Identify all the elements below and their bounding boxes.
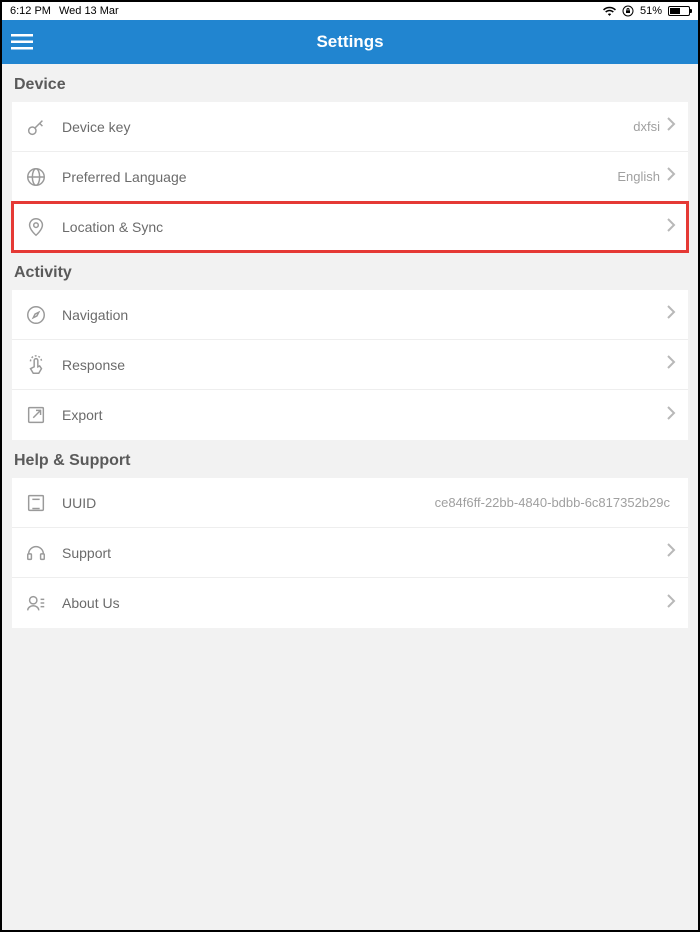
export-icon (24, 403, 48, 427)
section-header-help: Help & Support (2, 440, 698, 478)
row-label: UUID (62, 495, 435, 511)
row-label: Navigation (62, 307, 666, 323)
row-uuid[interactable]: UUID ce84f6ff-22bb-4840-bdbb-6c817352b29… (12, 478, 688, 528)
battery-percent: 51% (640, 5, 662, 17)
row-about-us[interactable]: About Us (12, 578, 688, 628)
chevron-right-icon (666, 304, 676, 325)
row-value: dxfsi (633, 119, 660, 134)
row-navigation[interactable]: Navigation (12, 290, 688, 340)
key-icon (24, 115, 48, 139)
status-bar: 6:12 PM Wed 13 Mar 51% (2, 2, 698, 20)
support-icon (24, 541, 48, 565)
wifi-icon (603, 6, 616, 16)
row-export[interactable]: Export (12, 390, 688, 440)
row-label: Device key (62, 119, 633, 135)
row-label: Support (62, 545, 666, 561)
row-label: Location & Sync (62, 219, 666, 235)
page-title: Settings (2, 32, 698, 52)
row-device-key[interactable]: Device key dxfsi (12, 102, 688, 152)
chevron-right-icon (666, 593, 676, 614)
section-header-device: Device (2, 64, 698, 102)
nav-bar: Settings (2, 20, 698, 64)
status-time: 6:12 PM (10, 5, 51, 17)
row-support[interactable]: Support (12, 528, 688, 578)
battery-icon (668, 6, 690, 16)
row-value: English (617, 169, 660, 184)
chevron-right-icon (666, 166, 676, 187)
row-label: About Us (62, 595, 666, 611)
row-preferred-language[interactable]: Preferred Language English (12, 152, 688, 202)
row-value: ce84f6ff-22bb-4840-bdbb-6c817352b29c (435, 495, 670, 510)
row-label: Response (62, 357, 666, 373)
chevron-right-icon (666, 116, 676, 137)
compass-icon (24, 303, 48, 327)
device-list: Device key dxfsi Preferred Language Engl… (12, 102, 688, 252)
orientation-lock-icon (622, 5, 634, 17)
menu-button[interactable] (2, 20, 42, 64)
chevron-right-icon (666, 217, 676, 238)
status-date: Wed 13 Mar (59, 5, 119, 17)
section-header-activity: Activity (2, 252, 698, 290)
globe-icon (24, 165, 48, 189)
id-card-icon (24, 491, 48, 515)
location-pin-icon (24, 215, 48, 239)
content-area: Device Device key dxfsi Preferred Langua… (2, 64, 698, 628)
chevron-right-icon (666, 542, 676, 563)
chevron-right-icon (666, 354, 676, 375)
help-list: UUID ce84f6ff-22bb-4840-bdbb-6c817352b29… (12, 478, 688, 628)
row-location-sync[interactable]: Location & Sync (12, 202, 688, 252)
row-label: Export (62, 407, 666, 423)
row-label: Preferred Language (62, 169, 617, 185)
tap-icon (24, 353, 48, 377)
row-response[interactable]: Response (12, 340, 688, 390)
chevron-right-icon (666, 405, 676, 426)
activity-list: Navigation Response Export (12, 290, 688, 440)
people-icon (24, 591, 48, 615)
